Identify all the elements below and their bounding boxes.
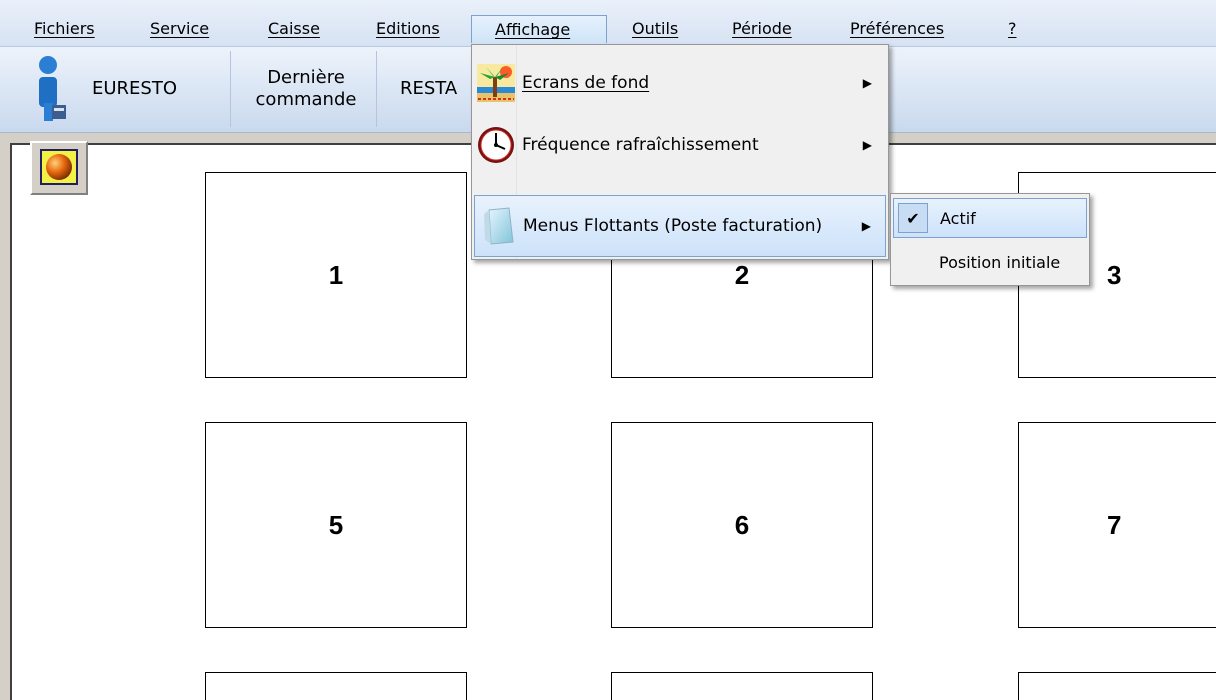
clock-icon: [478, 127, 514, 163]
submenu-item-actif[interactable]: ✔ Actif: [893, 198, 1087, 238]
floating-window-icon: [484, 207, 514, 245]
table-box-7[interactable]: 7: [1018, 422, 1216, 628]
submenu-arrow-icon: ▶: [861, 219, 871, 233]
application-window: Fichiers Service Caisse Editions Afficha…: [0, 0, 1216, 700]
menu-fichiers[interactable]: Fichiers: [28, 15, 101, 43]
user-icon: [39, 56, 66, 121]
table-box-10[interactable]: [611, 672, 873, 700]
table-number: 1: [328, 259, 344, 290]
orange-ball-icon: [46, 154, 72, 180]
table-number: 5: [328, 509, 344, 540]
table-box-6[interactable]: 6: [611, 422, 873, 628]
table-number: 6: [734, 509, 750, 540]
menubar: Fichiers Service Caisse Editions Afficha…: [0, 0, 1216, 47]
last-order-button[interactable]: Dernière commande: [236, 51, 377, 127]
submenu-arrow-icon: ▶: [862, 76, 872, 90]
menu-help[interactable]: ?: [1002, 15, 1023, 43]
table-number: 3: [1107, 259, 1122, 290]
menu-outils[interactable]: Outils: [626, 15, 684, 43]
table-box-5[interactable]: 5: [205, 422, 467, 628]
menus-flottants-submenu: ✔ Actif Position initiale: [890, 193, 1090, 286]
table-number: 2: [734, 259, 750, 290]
menu-item-menus-flottants[interactable]: Menus Flottants (Poste facturation) ▶: [474, 195, 886, 257]
resta-label: RESTA: [400, 78, 458, 99]
menu-item-label: Menus Flottants (Poste facturation): [523, 216, 823, 236]
check-icon: ✔: [898, 203, 928, 233]
menu-affichage[interactable]: Affichage: [471, 15, 607, 43]
submenu-item-label: Actif: [940, 208, 976, 228]
resta-button[interactable]: RESTA: [392, 51, 472, 127]
affichage-menu: Ecrans de fond ▶ Fréquence rafraîchissem…: [471, 44, 889, 260]
user-button[interactable]: EURESTO: [20, 51, 231, 127]
submenu-item-position-initiale[interactable]: Position initiale: [893, 242, 1087, 282]
menu-preferences[interactable]: Préférences: [844, 15, 950, 43]
table-box-9[interactable]: [205, 672, 467, 700]
submenu-arrow-icon: ▶: [862, 138, 872, 152]
plan-toggle-button[interactable]: [30, 141, 88, 195]
menu-caisse[interactable]: Caisse: [262, 15, 326, 43]
last-order-label: Dernière commande: [255, 67, 357, 110]
menu-item-label: Fréquence rafraîchissement: [522, 135, 759, 155]
table-box-11[interactable]: [1018, 672, 1216, 700]
menu-item-ecrans-de-fond[interactable]: Ecrans de fond ▶: [474, 53, 886, 113]
user-label: EURESTO: [92, 78, 178, 99]
table-number: 7: [1107, 509, 1122, 540]
palm-tree-icon: [477, 64, 515, 102]
menu-item-label: Ecrans de fond: [522, 73, 650, 93]
menu-item-frequence-rafraichissement[interactable]: Fréquence rafraîchissement ▶: [474, 115, 886, 175]
menu-editions[interactable]: Editions: [370, 15, 446, 43]
submenu-item-label: Position initiale: [939, 252, 1061, 272]
menu-periode[interactable]: Période: [726, 15, 798, 43]
menu-service[interactable]: Service: [144, 15, 215, 43]
table-box-1[interactable]: 1: [205, 172, 467, 378]
